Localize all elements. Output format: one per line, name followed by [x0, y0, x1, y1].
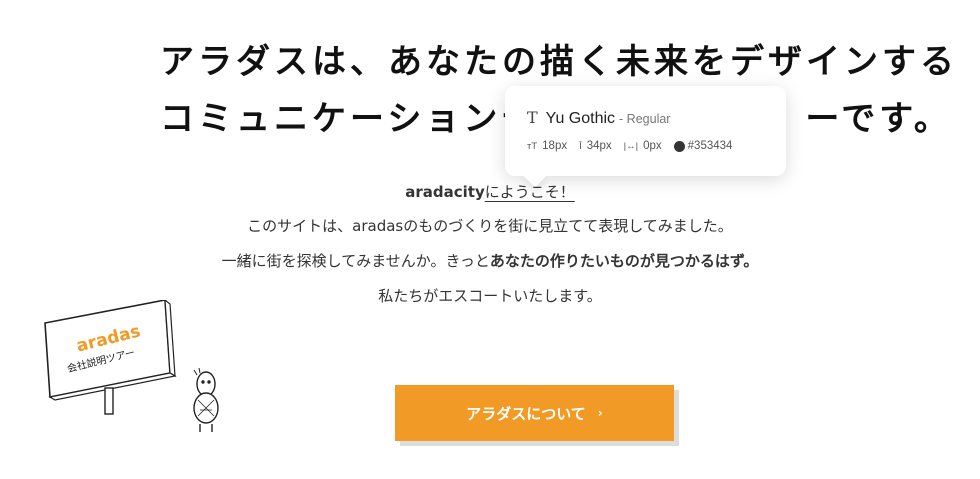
about-aradas-label: アラダスについて	[466, 404, 586, 423]
headline-line-1: アラダスは、あなたの描く未来をデザインする	[160, 42, 958, 82]
intro-line-3-bold: あなたの作りたいものが見つかるはず。	[489, 252, 759, 270]
font-inspector-tooltip: T Yu Gothic - Regular тT 18px Ī 34px |↔|…	[505, 86, 786, 176]
color-value: #353434	[687, 140, 733, 152]
intro-line-3-prefix: 一緒に街を探検してみませんか。きっと	[221, 252, 490, 270]
letter-spacing-icon: |↔|	[623, 140, 639, 152]
font-name: Yu Gothic	[545, 110, 616, 127]
color-swatch-icon	[673, 140, 685, 152]
tour-signboard-illustration: aradas 会社説明ツアー	[40, 298, 235, 440]
intro-line-3: 一緒に街を探検してみませんか。きっとあなたの作りたいものが見つかるはず。	[0, 250, 980, 271]
letter-spacing-value: 0px	[643, 140, 662, 152]
text-type-icon: T	[527, 108, 538, 127]
welcome-text: にようこそ！	[484, 183, 575, 201]
intro-line-2: このサイトは、aradasのものづくりを街に見立てて表現してみました。	[247, 217, 733, 235]
line-height-icon: Ī	[579, 140, 582, 152]
about-aradas-button[interactable]: アラダスについて ›	[395, 385, 674, 441]
intro-line-1: aradacityにようこそ！	[0, 181, 980, 202]
chevron-right-icon: ›	[597, 406, 603, 420]
line-height-value: 34px	[586, 140, 612, 152]
font-size-icon: тT	[527, 140, 538, 152]
font-style: - Regular	[619, 112, 671, 126]
font-size-value: 18px	[542, 140, 568, 152]
peanut-mascot	[193, 367, 219, 432]
brand-name: aradacity	[405, 183, 485, 201]
